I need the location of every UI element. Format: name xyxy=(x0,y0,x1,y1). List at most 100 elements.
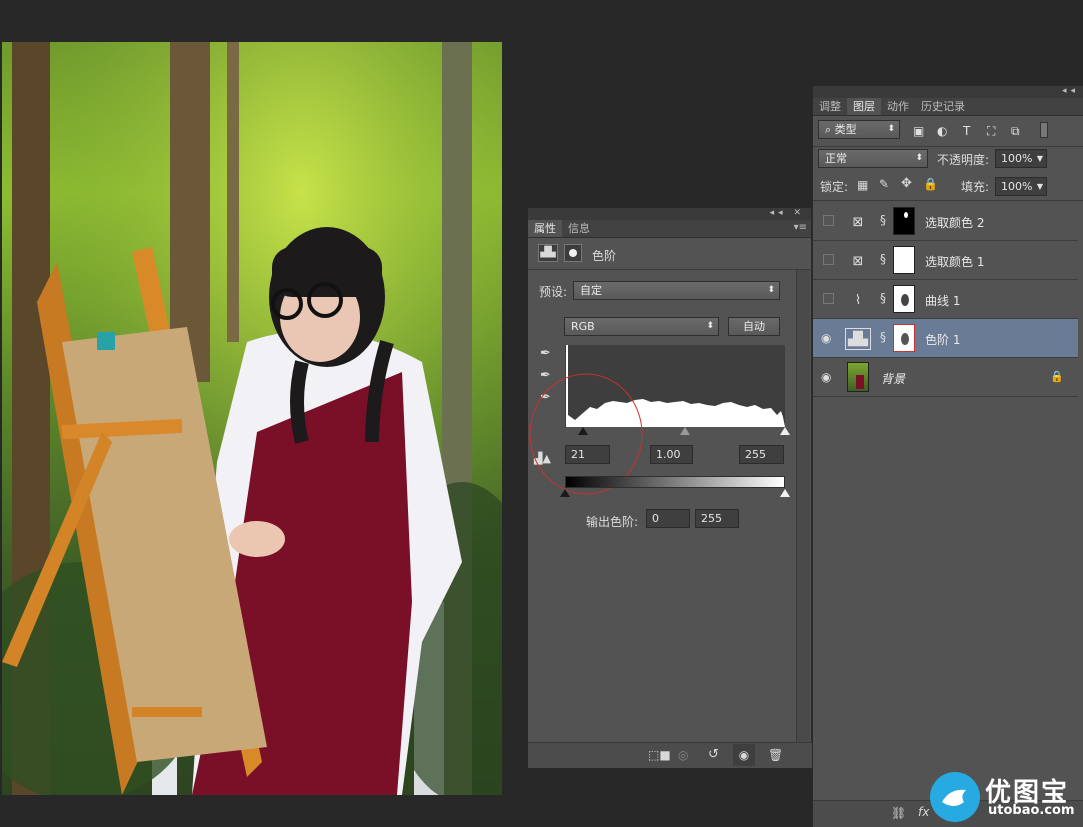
dropdown-icon[interactable]: ▼ xyxy=(1037,150,1043,167)
layer-row-selective-color-1[interactable]: ⊠ § 选取颜色 1 xyxy=(813,241,1078,280)
layer-name[interactable]: 选取颜色 2 xyxy=(925,214,984,231)
view-previous-icon[interactable]: ◎ xyxy=(678,748,688,762)
opacity-label: 不透明度: xyxy=(937,153,990,167)
lock-label: 锁定: xyxy=(820,180,849,194)
tab-layers[interactable]: 图层 xyxy=(847,98,881,115)
select-arrow-icon: ⬍ xyxy=(767,285,775,295)
layer-row-selective-color-2[interactable]: ⊠ § 选取颜色 2 xyxy=(813,202,1078,241)
panel-menu-icon[interactable]: ▾≡ xyxy=(794,222,807,233)
panel-titlebar[interactable]: ◂◂ ✕ xyxy=(528,208,811,220)
search-icon: ⌕ xyxy=(825,123,835,136)
lock-move-icon[interactable]: ✥ xyxy=(901,176,912,191)
visibility-toggle[interactable] xyxy=(823,254,834,265)
channel-select[interactable]: RGB ⬍ xyxy=(564,317,719,336)
mask-icon[interactable] xyxy=(564,244,582,262)
layer-row-background[interactable]: ◉ 背景 🔒 xyxy=(813,358,1078,397)
black-eyedropper-icon[interactable]: ✒ xyxy=(540,346,551,361)
layer-name[interactable]: 背景 xyxy=(881,370,905,387)
link-icon[interactable]: § xyxy=(880,291,886,305)
tab-properties[interactable]: 属性 xyxy=(528,220,562,237)
fx-icon[interactable]: fx xyxy=(918,805,929,819)
input-white-field[interactable]: 255 xyxy=(739,445,784,464)
filter-adjustment-icon[interactable]: ◐ xyxy=(937,124,947,138)
input-gamma-field[interactable]: 1.00 xyxy=(650,445,693,464)
dropdown-icon[interactable]: ▼ xyxy=(1037,178,1043,195)
output-white-slider[interactable] xyxy=(780,489,790,497)
properties-tabs: 属性 信息 ▾≡ xyxy=(528,220,811,238)
input-gamma-slider[interactable] xyxy=(680,427,690,435)
output-white-field[interactable]: 255 xyxy=(695,509,739,528)
photo-thumbnail[interactable] xyxy=(847,362,869,392)
eye-icon[interactable]: ◉ xyxy=(821,370,831,384)
levels-icon: ▟▙ xyxy=(845,328,871,350)
tab-history[interactable]: 历史记录 xyxy=(915,98,971,115)
panel-header-title: 色阶 xyxy=(592,249,617,263)
link-icon[interactable]: § xyxy=(880,252,886,266)
select-arrow-icon: ⬍ xyxy=(887,124,895,134)
visibility-toggle[interactable] xyxy=(823,215,834,226)
auto-button[interactable]: 自动 xyxy=(728,317,780,336)
layer-mask-thumbnail[interactable] xyxy=(893,246,915,274)
lock-icon: 🔒 xyxy=(1050,370,1064,383)
select-arrow-icon: ⬍ xyxy=(915,153,923,163)
link-icon[interactable]: § xyxy=(880,213,886,227)
output-black-field[interactable]: 0 xyxy=(646,509,690,528)
output-levels-label: 输出色阶: xyxy=(586,515,639,529)
link-icon[interactable]: § xyxy=(880,330,886,344)
tab-info[interactable]: 信息 xyxy=(562,220,596,237)
visibility-toggle[interactable] xyxy=(823,293,834,304)
watermark-url: utobao.com xyxy=(988,803,1075,818)
fill-field[interactable]: 100% ▼ xyxy=(995,177,1047,196)
preset-select[interactable]: 自定 ⬍ xyxy=(573,281,780,300)
clip-to-layer-icon[interactable]: ⬚■ xyxy=(648,748,671,762)
lock-transparent-icon[interactable]: ▦ xyxy=(857,178,868,192)
output-gradient xyxy=(565,476,785,488)
layer-name[interactable]: 选取颜色 1 xyxy=(925,253,984,270)
filter-shape-icon[interactable]: ⛶ xyxy=(987,124,995,139)
properties-panel: ◂◂ ✕ 属性 信息 ▾≡ ▟▙ 色阶 预设: 自定 ⬍ RGB ⬍ 自动 ✒ ✒ … xyxy=(527,207,812,769)
divider xyxy=(813,146,1083,147)
lock-all-icon[interactable]: 🔒 xyxy=(923,177,938,191)
trash-icon[interactable]: 🗑 xyxy=(768,748,783,762)
collapse-close-icons[interactable]: ◂◂ ✕ xyxy=(770,208,805,218)
eye-icon[interactable]: ◉ xyxy=(821,331,831,345)
filter-type-icon[interactable]: T xyxy=(963,124,970,138)
selective-color-icon: ⊠ xyxy=(852,214,864,230)
filter-toggle[interactable] xyxy=(1040,122,1048,138)
tab-actions[interactable]: 动作 xyxy=(881,98,915,115)
blend-mode-select[interactable]: 正常 ⬍ xyxy=(818,149,928,168)
layer-name[interactable]: 色阶 1 xyxy=(925,331,960,348)
layer-mask-thumbnail[interactable] xyxy=(893,207,915,235)
reset-icon[interactable]: ↺ xyxy=(708,747,719,762)
fill-label: 填充: xyxy=(961,180,990,194)
photo-illustration xyxy=(2,42,502,795)
panel-titlebar[interactable]: ◂◂ xyxy=(813,86,1083,98)
tab-adjustments[interactable]: 调整 xyxy=(813,98,847,115)
opacity-field[interactable]: 100% ▼ xyxy=(995,149,1047,168)
layer-row-curves-1[interactable]: ⌇ § 曲线 1 xyxy=(813,280,1078,319)
layers-panel: ◂◂ 调整 图层 动作 历史记录 ⌕ 类型 ⬍ ▣ ◐ T ⛶ ⧉ 正常 ⬍ 不透明… xyxy=(812,86,1083,827)
divider xyxy=(528,269,812,270)
scrollbar[interactable] xyxy=(796,270,810,742)
lock-paint-icon[interactable]: ✎ xyxy=(879,177,889,191)
visibility-icon[interactable]: ◉ xyxy=(733,744,755,766)
divider xyxy=(813,200,1083,201)
layers-tabs: 调整 图层 动作 历史记录 xyxy=(813,98,1083,116)
layer-mask-thumbnail[interactable] xyxy=(893,324,915,352)
bird-logo-icon xyxy=(930,772,980,822)
layer-name[interactable]: 曲线 1 xyxy=(925,292,960,309)
canvas-image[interactable] xyxy=(2,42,502,795)
layer-mask-thumbnail[interactable] xyxy=(893,285,915,313)
filter-smart-object-icon[interactable]: ⧉ xyxy=(1011,124,1020,139)
link-icon[interactable]: ⛓ xyxy=(891,806,906,820)
input-white-slider[interactable] xyxy=(780,427,790,435)
output-black-slider[interactable] xyxy=(560,489,570,497)
filter-pixel-icon[interactable]: ▣ xyxy=(913,124,924,138)
levels-icon[interactable]: ▟▙ xyxy=(538,244,558,262)
layer-filter-select[interactable]: ⌕ 类型 ⬍ xyxy=(818,120,900,139)
layer-row-levels-1[interactable]: ◉ ▟▙ § 色阶 1 xyxy=(813,319,1078,358)
preset-label: 预设: xyxy=(539,285,568,299)
selective-color-icon: ⊠ xyxy=(852,253,864,269)
collapse-icon[interactable]: ◂◂ xyxy=(1062,86,1079,96)
panel-footer: ⬚■ ◎ ↺ ◉ 🗑 xyxy=(528,742,812,768)
